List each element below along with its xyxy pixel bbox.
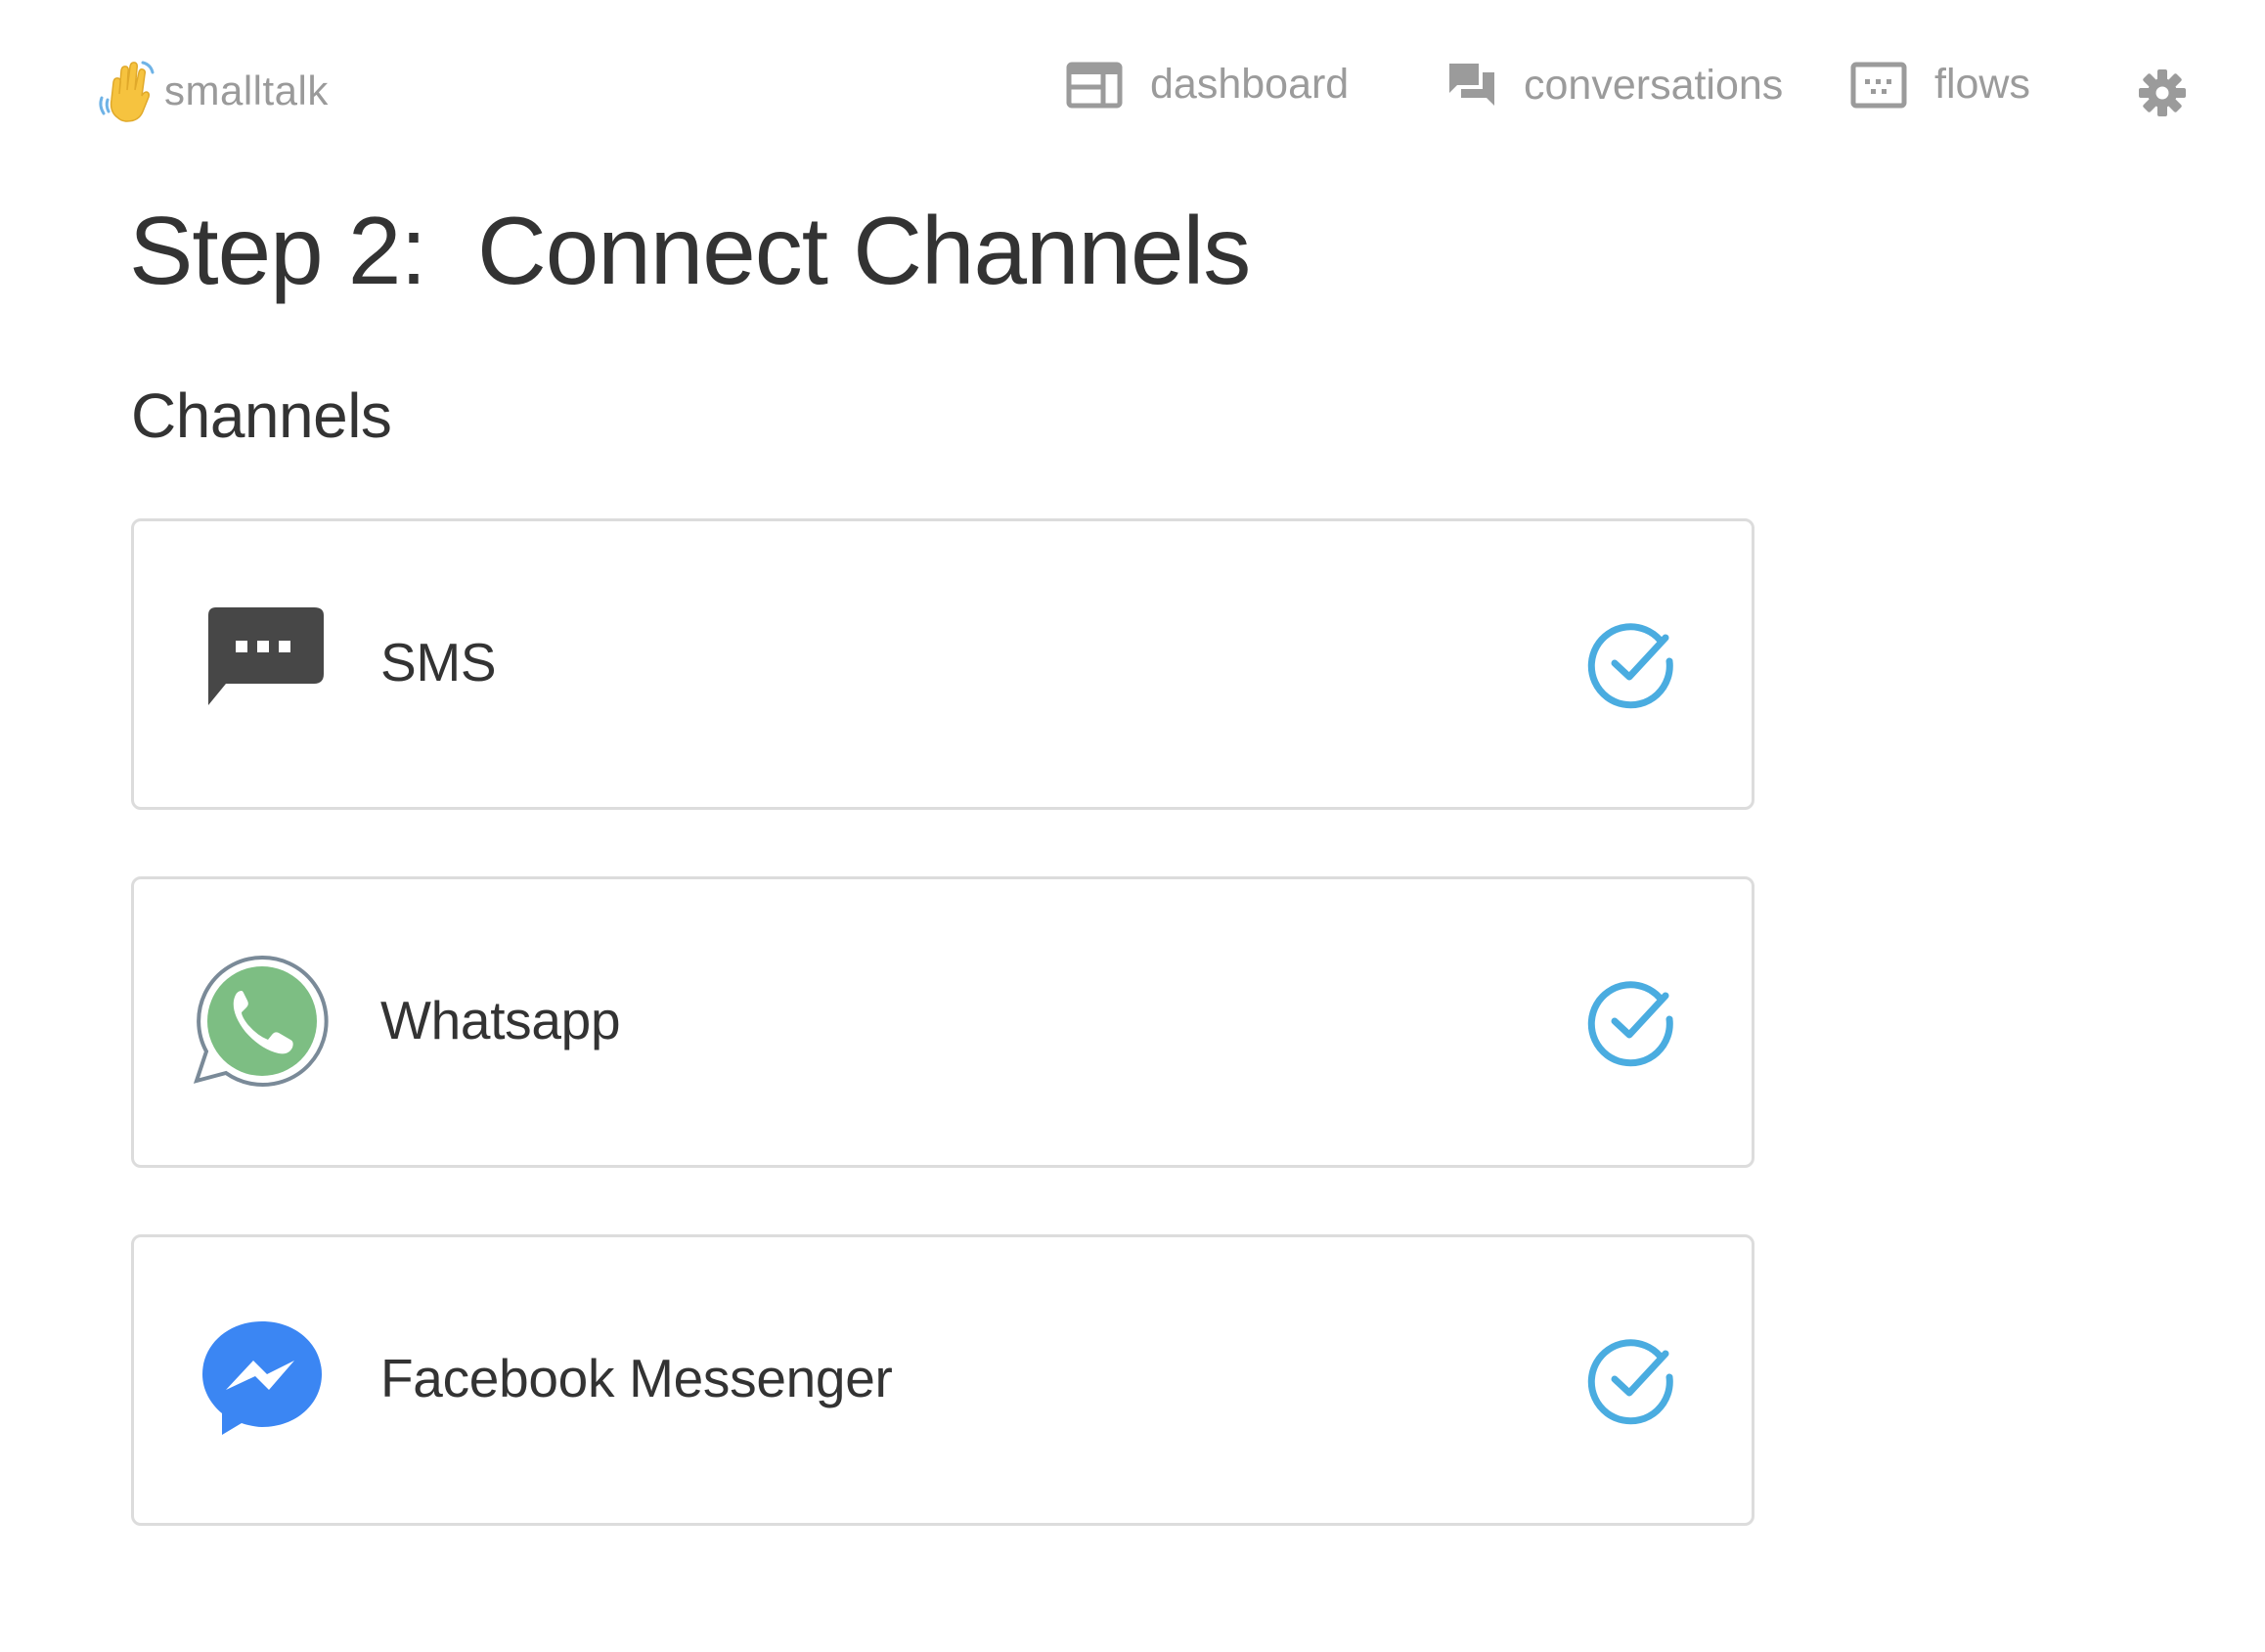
nav-item-conversations[interactable]: conversations: [1447, 61, 1783, 110]
nav-item-flows[interactable]: flows: [1850, 61, 2030, 109]
connected-check-icon: [1583, 974, 1681, 1072]
channel-card-sms[interactable]: SMS: [131, 518, 1754, 810]
channel-name-facebook-messenger: Facebook Messenger: [380, 1348, 893, 1408]
dashboard-icon: [1066, 62, 1123, 109]
gear-icon: [2138, 69, 2187, 121]
channel-name-whatsapp: Whatsapp: [380, 990, 621, 1050]
nav-item-dashboard[interactable]: dashboard: [1066, 61, 1349, 109]
page-title: Step 2: Connect Channels: [129, 197, 1251, 304]
conversations-icon: [1447, 61, 1496, 110]
connected-check-icon: [1583, 616, 1681, 714]
sms-icon: [193, 594, 332, 733]
nav-label-dashboard: dashboard: [1150, 61, 1350, 108]
nav-label-flows: flows: [1934, 61, 2030, 108]
channel-card-whatsapp[interactable]: Whatsapp: [131, 876, 1754, 1168]
channel-card-facebook-messenger[interactable]: Facebook Messenger: [131, 1234, 1754, 1526]
nav-label-conversations: conversations: [1524, 61, 1784, 109]
section-title: Channels: [131, 380, 392, 451]
channel-name-sms: SMS: [380, 632, 497, 692]
whatsapp-icon: [193, 952, 332, 1091]
page: smalltalk dashboard conversations flows …: [0, 0, 2265, 1652]
flows-icon: [1850, 62, 1907, 109]
channel-list: SMS Whatsapp Facebook Messenger: [131, 518, 1754, 1592]
messenger-icon: [193, 1310, 332, 1449]
settings-button[interactable]: [2138, 68, 2187, 117]
connected-check-icon: [1583, 1332, 1681, 1430]
brand-name: smalltalk: [164, 67, 329, 113]
brand-logo-link[interactable]: smalltalk: [96, 57, 329, 125]
waving-hand-icon: [96, 57, 158, 125]
top-navigation-bar: smalltalk dashboard conversations flows: [0, 0, 2265, 186]
